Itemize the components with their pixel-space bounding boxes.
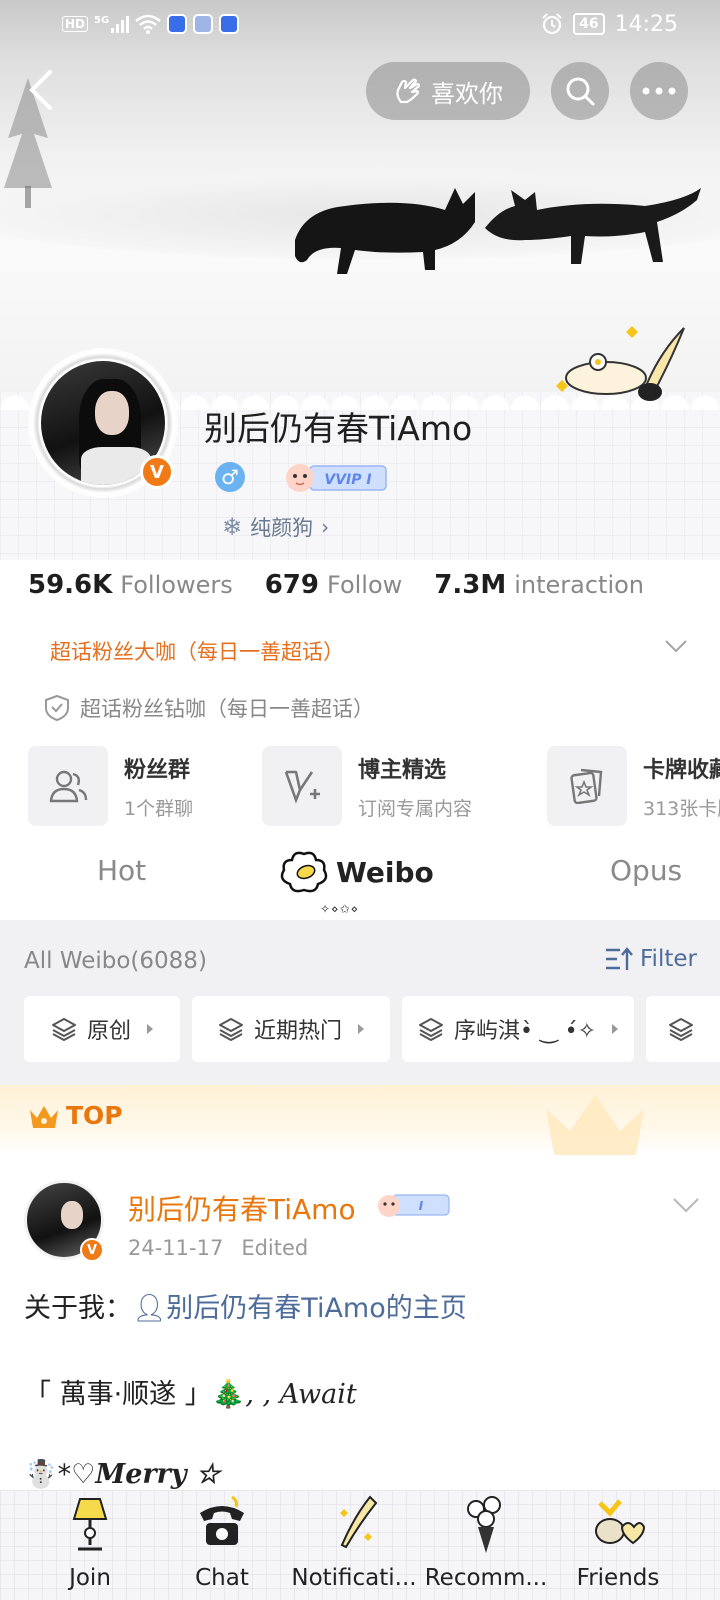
stat-interaction[interactable]: 7.3M interaction xyxy=(434,570,644,600)
fan-title-primary[interactable]: 超话粉丝大咖（每日一善超话） xyxy=(50,636,344,666)
feature-title: 博主精选 xyxy=(358,757,447,783)
battery-icon: 46 xyxy=(573,13,605,35)
post-author-name[interactable]: 别后仍有春TiAmo xyxy=(128,1188,356,1228)
stat-follow[interactable]: 679 Follow xyxy=(265,570,403,600)
profile-tabs: Hot Weibo ✧⋄✩⋄ Opus xyxy=(0,840,720,920)
layers-icon xyxy=(418,1018,443,1041)
crown-watermark-icon xyxy=(546,1095,644,1155)
person-icon: 👤︎ xyxy=(132,1293,167,1324)
top-post-banner: TOP xyxy=(0,1085,720,1155)
status-bar: HD 5G 46 14:25 xyxy=(0,0,720,48)
search-icon xyxy=(566,77,595,106)
telephone-icon xyxy=(200,1495,244,1545)
layers-icon xyxy=(669,1018,693,1041)
post-meta: 24-11-17 Edited xyxy=(128,1236,308,1260)
quill-decoration-icon xyxy=(556,326,685,401)
alarm-icon xyxy=(542,13,562,35)
layers-icon xyxy=(218,1018,243,1041)
feature-blogger-picks[interactable]: 博主精选 订阅专属内容 xyxy=(262,746,472,826)
top-label: TOP xyxy=(28,1101,123,1130)
tagline-text: 纯颜狗 xyxy=(250,516,314,540)
hand-icon xyxy=(396,78,421,104)
tab-weibo-label: Weibo xyxy=(336,855,434,889)
post-line-wish: 「 萬事·顺遂 」🎄, , Await xyxy=(24,1379,357,1410)
feature-cards: 粉丝群 1个群聊 博主精选 订阅专属内容 卡牌收藏 313张卡牌 xyxy=(28,746,720,828)
chevron-left-icon[interactable] xyxy=(22,68,62,112)
post-options-chevron-icon[interactable] xyxy=(672,1196,700,1214)
like-you-button[interactable]: 喜欢你 xyxy=(366,62,530,120)
svg-text:I: I xyxy=(419,1199,424,1213)
nav-recommended[interactable]: Recomm... xyxy=(414,1491,558,1600)
chip-recent-hot[interactable]: 近期热门 xyxy=(192,996,390,1062)
stat-followers[interactable]: 59.6K Followers xyxy=(28,570,233,600)
nav-notifications[interactable]: Notificati... xyxy=(282,1491,426,1600)
search-button[interactable] xyxy=(551,62,609,120)
filter-sort-icon xyxy=(606,947,633,970)
shield-icon xyxy=(45,694,69,722)
vvip-badge[interactable]: VVIP I xyxy=(284,460,388,494)
nav-chat[interactable]: Chat xyxy=(150,1491,294,1600)
layers-icon xyxy=(51,1018,76,1041)
v-plus-icon xyxy=(262,746,342,826)
filter-label: Filter xyxy=(640,946,697,972)
hearts-icon xyxy=(595,1499,646,1545)
filter-button[interactable]: Filter xyxy=(604,946,697,972)
all-weibo-count: All Weibo(6088) xyxy=(24,948,207,974)
post-line-merry: ☃️*♡Merry ☆ xyxy=(24,1459,221,1490)
feature-title: 卡牌收藏 xyxy=(643,757,720,783)
like-you-label: 喜欢你 xyxy=(431,79,503,108)
group-icon xyxy=(28,746,108,826)
app-icon xyxy=(219,14,240,34)
black-cats-image xyxy=(295,188,701,274)
chip-topic[interactable]: 序屿淇•̀ ‿ •́✧ xyxy=(402,996,634,1062)
feature-subtitle: 313张卡牌 xyxy=(643,797,720,820)
male-gender-icon: ♂ xyxy=(215,462,245,492)
profile-username: 别后仍有春TiAmo xyxy=(204,409,473,448)
lamp-icon xyxy=(72,1498,108,1551)
weibo-filter-area: All Weibo(6088) Filter 原创 近期热门 序屿淇•̀ ‿ •… xyxy=(0,920,720,1085)
chevron-right-icon: › xyxy=(321,515,330,539)
wifi-icon xyxy=(135,14,161,34)
post-verified-badge: V xyxy=(80,1238,104,1262)
card-icon xyxy=(547,746,627,826)
nav-join[interactable]: Join xyxy=(18,1491,162,1600)
nav-friends[interactable]: Friends xyxy=(546,1491,690,1600)
chip-original[interactable]: 原创 xyxy=(24,996,180,1062)
fan-title-secondary[interactable]: 超话粉丝钻咖（每日一善超话） xyxy=(44,693,374,723)
more-dots-icon xyxy=(642,87,676,95)
feature-card-collection[interactable]: 卡牌收藏 313张卡牌 xyxy=(547,746,720,826)
feature-subtitle: 1个群聊 xyxy=(124,797,194,820)
verified-badge: V xyxy=(140,455,174,489)
hd-icon: HD xyxy=(62,16,89,32)
post-edited: Edited xyxy=(241,1236,309,1260)
crown-icon xyxy=(30,1105,58,1128)
feature-subtitle: 订阅专属内容 xyxy=(358,797,473,820)
bottom-nav: Join Chat Notificati... Recomm... Friend… xyxy=(0,1490,720,1600)
svg-text:VVIP I: VVIP I xyxy=(324,472,371,488)
app-icon xyxy=(193,14,214,34)
signal-icon: 5G xyxy=(94,15,130,33)
status-time: 14:25 xyxy=(614,11,678,37)
weibo-chips: 原创 近期热门 序屿淇•̀ ‿ •́✧ xyxy=(24,996,720,1064)
chip-more[interactable] xyxy=(646,996,720,1062)
flower-icon xyxy=(280,851,328,893)
feature-title: 粉丝群 xyxy=(124,757,191,783)
app-icon xyxy=(167,14,188,34)
tab-weibo-decoration: ✧⋄✩⋄ xyxy=(320,902,360,916)
profile-stats: 59.6K Followers 679 Follow 7.3M interaction xyxy=(28,570,644,600)
post-line-about: 关于我：👤︎别后仍有春TiAmo的主页 xyxy=(24,1293,467,1324)
profile-link[interactable]: 👤︎别后仍有春TiAmo的主页 xyxy=(132,1293,467,1324)
profile-tagline[interactable]: ❄ 纯颜狗 › xyxy=(222,512,329,542)
tab-opus[interactable]: Opus xyxy=(610,854,682,887)
post-vip-badge[interactable]: I xyxy=(377,1191,451,1219)
post-date: 24-11-17 xyxy=(128,1236,224,1260)
chevron-down-icon[interactable] xyxy=(664,638,688,654)
tab-hot[interactable]: Hot xyxy=(97,854,146,887)
bouquet-icon xyxy=(467,1496,501,1553)
snowflake-icon: ❄ xyxy=(222,513,243,541)
tab-weibo[interactable]: Weibo xyxy=(280,850,434,894)
quill-icon xyxy=(340,1495,378,1549)
feature-fan-group[interactable]: 粉丝群 1个群聊 xyxy=(28,746,193,826)
more-button[interactable] xyxy=(630,62,688,120)
